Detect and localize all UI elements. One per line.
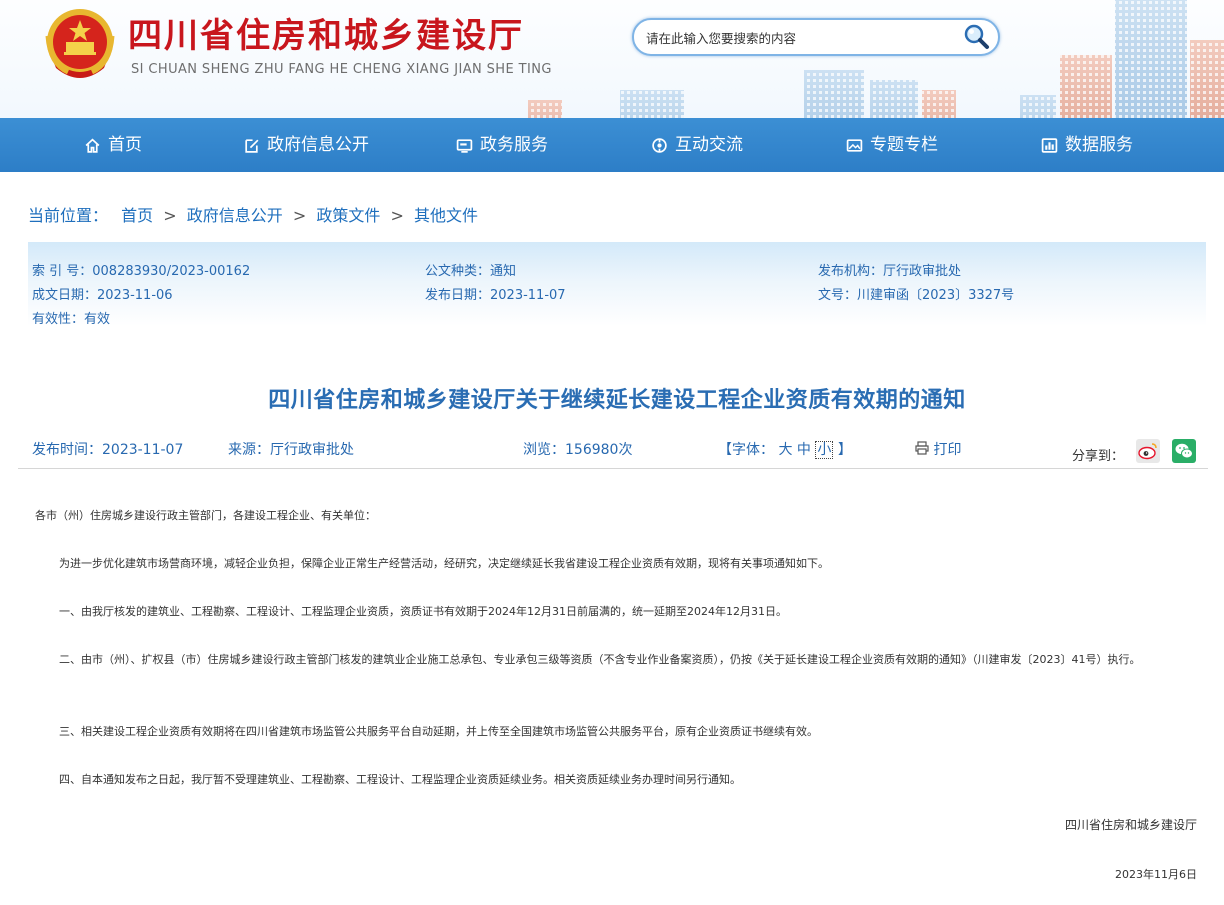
nav-label-data-service: 数据服务 [1065, 135, 1133, 155]
breadcrumb: 当前位置： 首页 > 政府信息公开 > 政策文件 > 其他文件 [28, 202, 478, 226]
font-size-large-button[interactable]: 大 [778, 442, 792, 458]
breadcrumb-prefix: 当前位置： [28, 206, 109, 225]
share-label: 分享到： [1072, 449, 1125, 464]
font-size-medium-button[interactable]: 中 [797, 442, 811, 458]
article-title: 四川省住房和城乡建设厅关于继续延长建设工程企业资质有效期的通知 [268, 388, 966, 413]
nav-item-home[interactable]: 首页 [84, 118, 142, 172]
nav-label-gov-info: 政府信息公开 [267, 135, 369, 155]
meta-index-number: 索 引 号：008283930/2023-00162 [32, 264, 251, 279]
meta-publish-date: 发布日期：2023-11-07 [425, 288, 566, 303]
main-content: 当前位置： 首页 > 政府信息公开 > 政策文件 > 其他文件 索 引 号：00… [18, 172, 1208, 905]
home-icon [85, 138, 100, 153]
nav-item-gov-service[interactable]: 政务服务 [456, 118, 548, 172]
breadcrumb-separator: > [163, 206, 177, 225]
article-sign-date: 2023年11月6日 [1115, 868, 1197, 881]
image-icon [846, 138, 863, 152]
breadcrumb-item-gov-info[interactable]: 政府信息公开 [187, 206, 283, 225]
print-button[interactable]: 打印 [915, 439, 961, 459]
article-info-bar: 发布时间：2023-11-07 来源：厅行政审批处 浏览：156980次 【字体… [18, 429, 1208, 469]
document-metadata-panel: 索 引 号：008283930/2023-00162 公文种类：通知 发布机构：… [28, 242, 1206, 327]
font-size-control: 【字体： 大 中 小 】 [718, 439, 852, 459]
font-size-small-button[interactable]: 小 [815, 441, 834, 459]
interact-icon [652, 137, 667, 153]
article-signature: 四川省住房和城乡建设厅 [1064, 818, 1197, 832]
article-paragraph: 三、相关建设工程企业资质有效期将在四川省建筑市场监管公共服务平台自动延期，并上传… [59, 725, 818, 738]
article-paragraph: 为进一步优化建筑市场营商环境，减轻企业负担，保障企业正常生产经营活动，经研究，决… [59, 557, 829, 570]
nav-label-home: 首页 [108, 135, 142, 155]
national-emblem-icon [45, 9, 115, 78]
print-label: 打印 [933, 442, 962, 458]
breadcrumb-separator: > [390, 206, 404, 225]
breadcrumb-item-policy-docs[interactable]: 政策文件 [316, 206, 380, 225]
breadcrumb-separator: > [292, 206, 307, 225]
info-publish-time: 发布时间：2023-11-07 [32, 442, 184, 458]
edit-icon [245, 138, 259, 153]
meta-validity: 有效性：有效 [32, 312, 111, 327]
nav-item-gov-info[interactable]: 政府信息公开 [243, 118, 369, 172]
site-title: 四川省住房和城乡建设厅 [128, 16, 524, 56]
font-size-bracket: 】 [837, 442, 852, 458]
breadcrumb-item-other-docs[interactable]: 其他文件 [414, 206, 478, 225]
search-box [632, 18, 1000, 56]
nav-item-data-service[interactable]: 数据服务 [1041, 118, 1133, 172]
font-size-label: 【字体： [718, 442, 774, 458]
printer-icon [915, 441, 929, 455]
chart-icon [1041, 137, 1058, 153]
info-views: 浏览：156980次 [523, 442, 633, 458]
main-navigation: 首页 政府信息公开 政务服务 互动交流 专题专栏 数据服务 [0, 118, 1224, 172]
site-pinyin-subtitle: SI CHUAN SHENG ZHU FANG HE CHENG XIANG J… [131, 62, 552, 77]
meta-doc-number: 文号：川建审函〔2023〕3327号 [818, 288, 1015, 303]
weibo-icon[interactable] [1136, 439, 1160, 463]
nav-label-interaction: 互动交流 [675, 135, 743, 155]
nav-label-gov-service: 政务服务 [480, 135, 548, 155]
search-input[interactable] [646, 28, 956, 48]
nav-item-special-topics[interactable]: 专题专栏 [846, 118, 938, 172]
meta-written-date: 成文日期：2023-11-06 [32, 288, 173, 303]
search-icon[interactable] [962, 23, 990, 51]
article-paragraph: 二、由市（州）、扩权县（市）住房城乡建设行政主管部门核发的建筑业企业施工总承包、… [59, 653, 1141, 666]
monitor-icon [456, 138, 473, 153]
meta-doc-category: 公文种类：通知 [425, 264, 517, 279]
meta-publisher: 发布机构：厅行政审批处 [818, 264, 962, 279]
article-paragraph: 一、由我厅核发的建筑业、工程勘察、工程设计、工程监理企业资质，资质证书有效期于2… [59, 605, 787, 618]
site-header: 四川省住房和城乡建设厅 SI CHUAN SHENG ZHU FANG HE C… [0, 0, 1224, 118]
wechat-icon[interactable] [1172, 439, 1196, 463]
article-salutation: 各市（州）住房城乡建设行政主管部门，各建设工程企业、有关单位： [35, 509, 376, 522]
article-paragraph: 四、自本通知发布之日起，我厅暂不受理建筑业、工程勘察、工程设计、工程监理企业资质… [59, 773, 741, 786]
nav-label-special-topics: 专题专栏 [870, 135, 938, 155]
nav-item-interaction[interactable]: 互动交流 [651, 118, 743, 172]
info-source: 来源：厅行政审批处 [228, 442, 354, 458]
breadcrumb-item-home[interactable]: 首页 [121, 206, 153, 225]
